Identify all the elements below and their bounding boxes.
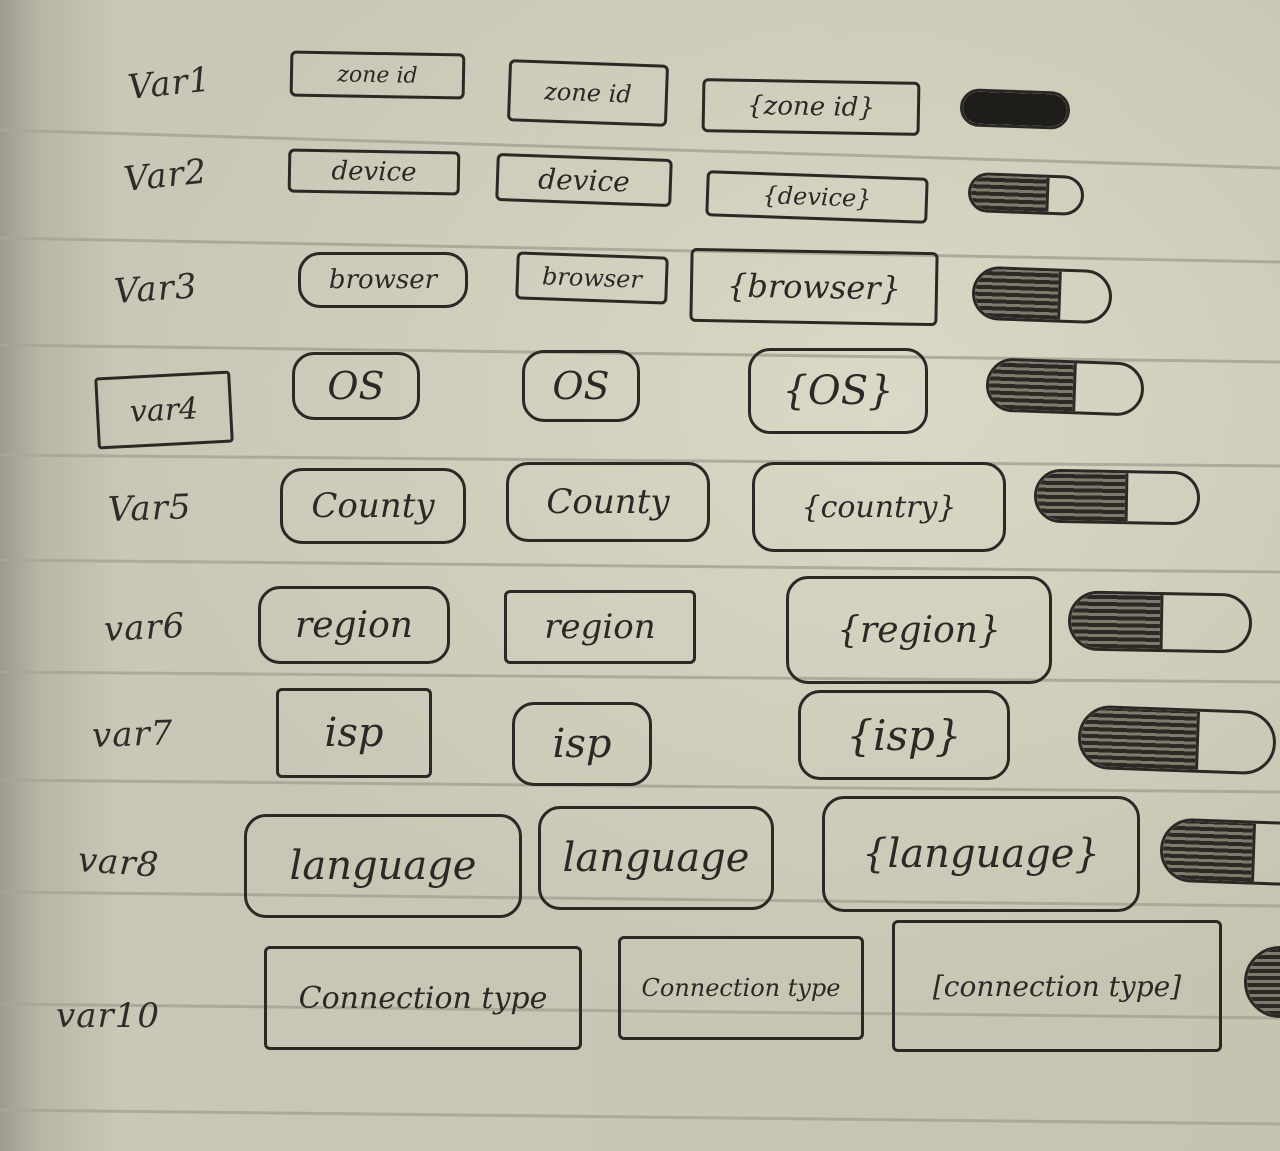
field-var5-col1[interactable]: County (280, 468, 466, 544)
toggle-switch-icon[interactable] (1158, 817, 1280, 887)
toggle-switch-icon[interactable] (985, 357, 1145, 417)
toggle-knob (988, 360, 1074, 412)
field-var2-col2[interactable]: device (495, 152, 673, 208)
toggle-switch-icon[interactable] (1076, 704, 1278, 776)
field-var4-col1[interactable]: OS (292, 352, 420, 420)
field-var2-col3[interactable]: {device} (705, 170, 929, 224)
toggle-knob (1036, 471, 1126, 522)
field-var5-col3[interactable]: {country} (752, 462, 1006, 552)
field-var8-col1[interactable]: language (244, 814, 522, 918)
toggle-switch-icon[interactable] (971, 265, 1113, 325)
field-var5-col2[interactable]: County (506, 462, 710, 542)
row-label-var4-box: var4 (94, 370, 234, 450)
field-var1-col1[interactable]: zone id (289, 50, 466, 100)
field-var3-col2[interactable]: browser (515, 251, 669, 305)
notebook-page: Var1 zone id zone id {zone id} Var2 devi… (0, 0, 1280, 1151)
field-var10-col1[interactable]: Connection type (264, 946, 582, 1050)
toggle-divider (1159, 595, 1164, 650)
row-label-var5: Var5 (107, 487, 193, 530)
field-var3-col3[interactable]: {browser} (689, 247, 939, 327)
toggle-divider (1045, 177, 1050, 212)
toggle-knob (1247, 949, 1280, 1015)
field-var7-col1[interactable]: isp (276, 688, 432, 778)
field-var7-col3[interactable]: {isp} (798, 690, 1010, 780)
field-var6-col2[interactable]: region (504, 590, 696, 664)
toggle-knob (974, 268, 1059, 320)
field-var8-col2[interactable]: language (538, 806, 774, 910)
row-label-var7: var7 (91, 713, 175, 756)
field-var1-col2[interactable]: zone id (506, 59, 670, 127)
field-var4-col3[interactable]: {OS} (748, 348, 928, 434)
toggle-knob (1070, 593, 1161, 649)
toggle-divider (1195, 711, 1201, 770)
toggle-knob (970, 175, 1047, 212)
field-var1-col3[interactable]: {zone id} (701, 78, 921, 136)
toggle-knob (1162, 820, 1254, 882)
field-var4-col2[interactable]: OS (522, 350, 640, 422)
toggle-divider (1124, 473, 1129, 522)
toggle-switch-icon[interactable] (959, 88, 1071, 130)
toggle-switch-icon[interactable] (1033, 468, 1201, 526)
row-label-var3: Var3 (112, 266, 199, 312)
row-label-var10: var10 (56, 996, 160, 1036)
field-var6-col1[interactable]: region (258, 586, 450, 664)
field-var10-col2[interactable]: Connection type (618, 936, 864, 1040)
field-var7-col2[interactable]: isp (512, 702, 652, 786)
toggle-switch-icon[interactable] (967, 171, 1085, 217)
row-label-var6: var6 (102, 605, 187, 650)
field-var2-col1[interactable]: device (287, 148, 461, 196)
toggle-knob (962, 91, 1068, 127)
field-var3-col1[interactable]: browser (298, 252, 468, 308)
field-var6-col3[interactable]: {region} (786, 576, 1052, 684)
field-var10-col3[interactable]: [connection type] (892, 920, 1222, 1052)
toggle-divider (1057, 271, 1062, 320)
toggle-divider (1071, 363, 1077, 412)
toggle-divider (1251, 823, 1257, 882)
row-label-var8: var8 (76, 840, 161, 886)
row-label-var4: var4 (128, 390, 199, 430)
toggle-knob (1080, 707, 1198, 770)
field-var8-col3[interactable]: {language} (822, 796, 1140, 912)
toggle-switch-icon[interactable] (1067, 590, 1253, 654)
